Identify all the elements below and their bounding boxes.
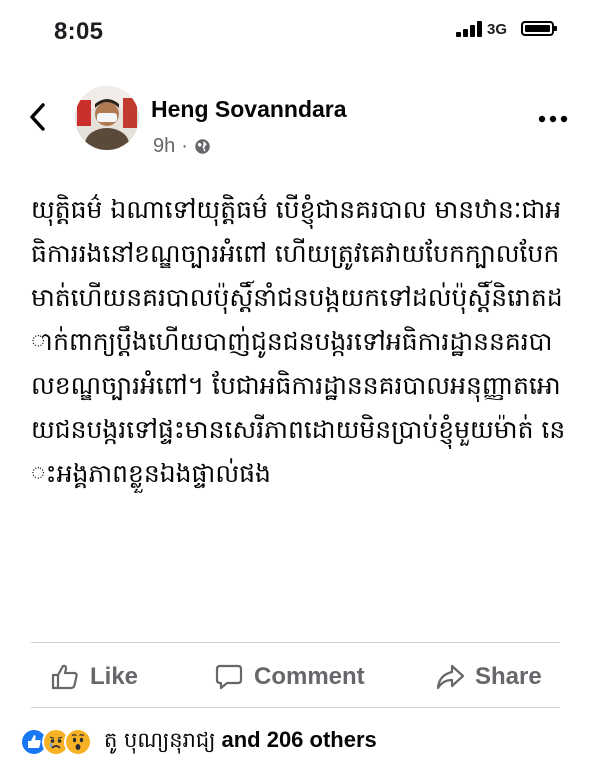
post-text: យុត្តិធម៌ ឯណាទៅយុត្តិធម៌ បើខ្ញុំជានគរបាល… xyxy=(31,195,566,488)
signal-icon xyxy=(456,21,484,37)
wow-reaction-icon xyxy=(64,728,92,756)
reaction-count: and 206 others xyxy=(221,726,377,752)
meta-separator: · xyxy=(181,135,188,157)
avatar-photo-icon xyxy=(75,86,139,150)
like-button[interactable]: Like xyxy=(50,651,138,703)
thumbs-up-icon xyxy=(51,664,78,690)
screen: 8:05 3G Heng Sovanndara 9h · យុត្តិធម៌ ឯ… xyxy=(0,0,591,779)
share-label: Share xyxy=(475,663,542,690)
back-arrow-icon[interactable] xyxy=(28,102,48,132)
divider xyxy=(31,707,560,708)
network-type: 3G xyxy=(487,21,508,38)
share-button[interactable]: Share xyxy=(435,651,542,703)
divider xyxy=(31,642,560,643)
reaction-icons xyxy=(20,728,92,756)
globe-icon xyxy=(195,139,210,154)
comment-button[interactable]: Comment xyxy=(214,651,365,703)
author-name[interactable]: Heng Sovanndara xyxy=(151,96,347,123)
comment-icon xyxy=(215,664,243,690)
post-meta: 9h · xyxy=(153,135,211,158)
status-bar: 8:05 3G xyxy=(0,0,591,66)
post-time[interactable]: 9h xyxy=(153,135,175,158)
avatar[interactable] xyxy=(75,86,139,150)
share-icon xyxy=(436,664,465,690)
battery-icon xyxy=(521,21,557,36)
post-actions: Like Comment Share xyxy=(0,651,591,703)
like-label: Like xyxy=(90,663,139,690)
comment-label: Comment xyxy=(254,663,365,690)
reactions-summary[interactable]: តូ បុណ្យនុរាជ្យ and 206 others xyxy=(20,722,377,762)
reaction-names: តូ បុណ្យនុរាជ្យ xyxy=(104,727,216,752)
post-header: Heng Sovanndara 9h · xyxy=(0,80,591,160)
more-options-icon[interactable] xyxy=(538,114,568,124)
reaction-text: តូ បុណ្យនុរាជ្យ and 206 others xyxy=(104,727,377,758)
status-time: 8:05 xyxy=(54,18,104,45)
